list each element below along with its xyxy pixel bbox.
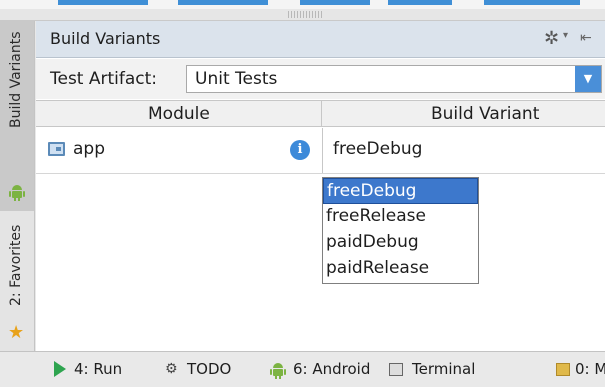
build-variant-value: freeDebug — [333, 139, 423, 159]
test-artifact-row: Test Artifact: Unit Tests ▼ — [36, 59, 605, 99]
dropdown-option-paidrelease[interactable]: paidRelease — [323, 256, 478, 282]
panel-header: Build Variants ✲ ▾ ⇤ — [36, 21, 605, 58]
top-decor-bar — [388, 0, 452, 5]
test-artifact-label: Test Artifact: — [50, 69, 158, 89]
build-variants-tab-label: Build Variants — [8, 31, 24, 128]
top-strip — [0, 0, 605, 9]
bottom-tool-bar: 4: Run ⚙ TODO 6: Android Terminal 0: M — [0, 351, 605, 387]
build-variants-panel: Build Variants ✲ ▾ ⇤ Test Artifact: Unit… — [36, 21, 605, 351]
todo-icon[interactable]: ⚙ — [165, 361, 178, 377]
gear-icon[interactable]: ✲ — [544, 28, 559, 49]
module-name: app — [73, 139, 105, 159]
build-variant-cell[interactable]: freeDebug — [322, 128, 605, 173]
column-divider[interactable] — [321, 101, 322, 127]
messages-tool-button[interactable]: 0: M — [575, 360, 605, 378]
todo-tool-button[interactable]: TODO — [187, 360, 231, 378]
test-artifact-value: Unit Tests — [195, 69, 278, 89]
top-decor-bar — [58, 0, 148, 5]
module-folder-icon — [48, 142, 65, 156]
favorites-tool-button[interactable]: 2: Favorites ★ — [0, 217, 34, 349]
hide-panel-icon[interactable]: ⇤ — [580, 30, 592, 46]
terminal-icon[interactable] — [389, 363, 403, 376]
info-icon[interactable]: i — [290, 140, 310, 160]
test-artifact-select[interactable]: Unit Tests ▼ — [186, 65, 602, 93]
top-decor-bar — [300, 0, 370, 5]
column-header-module[interactable]: Module — [148, 104, 210, 124]
android-icon[interactable] — [270, 361, 286, 379]
dropdown-option-paiddebug[interactable]: paidDebug — [323, 230, 478, 256]
grip-icon — [288, 11, 322, 18]
table-row[interactable]: app i freeDebug — [36, 128, 605, 174]
top-decor-bar — [178, 0, 268, 5]
star-icon: ★ — [8, 322, 25, 343]
favorites-tab-label: 2: Favorites — [8, 225, 24, 307]
messages-icon[interactable] — [556, 363, 570, 376]
build-variants-tool-button[interactable]: Build Variants — [0, 21, 34, 211]
column-header-build-variant[interactable]: Build Variant — [431, 104, 539, 124]
left-tool-stripe: Build Variants 2: Favorites ★ — [0, 21, 35, 351]
run-icon[interactable] — [54, 361, 66, 377]
android-tool-button[interactable]: 6: Android — [293, 360, 370, 378]
panel-title: Build Variants — [50, 29, 161, 48]
dropdown-option-freedebug[interactable]: freeDebug — [323, 178, 478, 204]
panel-resize-handle[interactable] — [0, 9, 605, 21]
chevron-down-icon[interactable]: ▾ — [563, 30, 568, 41]
android-icon — [9, 185, 25, 201]
dropdown-option-freerelease[interactable]: freeRelease — [323, 204, 478, 230]
build-variant-dropdown: freeDebug freeRelease paidDebug paidRele… — [322, 177, 479, 284]
table-header: Module Build Variant — [36, 100, 605, 127]
terminal-tool-button[interactable]: Terminal — [412, 360, 475, 378]
run-tool-button[interactable]: 4: Run — [74, 360, 122, 378]
top-decor-bar — [484, 0, 580, 5]
chevron-down-icon[interactable]: ▼ — [575, 66, 601, 92]
